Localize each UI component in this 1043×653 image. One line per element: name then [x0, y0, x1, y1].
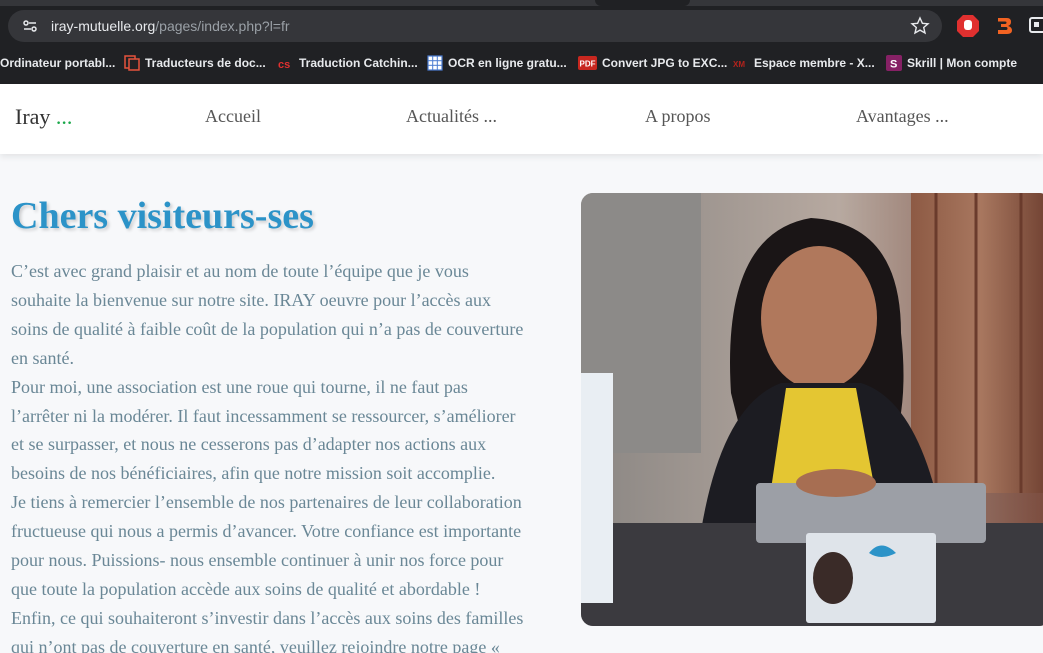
url-path: /pages/index.php?l=fr	[155, 18, 290, 34]
url-text[interactable]: iray-mutuelle.org/pages/index.php?l=fr	[51, 18, 290, 34]
bookmark-label: OCR en ligne gratu...	[448, 56, 567, 70]
b-extension-icon[interactable]	[991, 13, 1017, 39]
text-line: besoins de nos bénéficiaires, afin que n…	[11, 463, 496, 484]
text-line: en santé.	[11, 347, 74, 368]
skrill-icon: S	[886, 55, 902, 71]
bookmark-label: Traduction Catchin...	[299, 56, 418, 70]
bookmark-label: Espace membre - X...	[754, 56, 875, 70]
president-photo	[581, 193, 1043, 626]
bookmark-item[interactable]: Traducteurs de doc...	[124, 54, 266, 72]
brand-name: Iray	[15, 104, 51, 129]
url-host: iray-mutuelle.org	[51, 18, 156, 34]
bookmark-item[interactable]: S Skrill | Mon compte	[886, 54, 1017, 72]
text-line: et se surpasser, et nous ne cesserons pa…	[11, 434, 487, 455]
text-line: l’arrêter ni la modérer. Il faut incessa…	[11, 405, 516, 426]
nav-accueil[interactable]: Accueil	[205, 106, 261, 127]
catchin-icon: cs	[278, 59, 290, 71]
bookmark-label: Skrill | Mon compte	[907, 56, 1018, 70]
text-line: que toute la population accède aux soins…	[11, 578, 481, 599]
bookmark-item[interactable]: XM Espace membre - X...	[733, 54, 875, 72]
text-line: Je tiens à remercier l’ensemble de nos p…	[11, 492, 522, 513]
nav-actualites[interactable]: Actualités ...	[406, 106, 497, 127]
welcome-message: C’est avec grand plaisir et au nom de to…	[11, 257, 571, 653]
active-tab-fragment[interactable]	[595, 0, 690, 6]
pdf-icon: PDF	[578, 56, 597, 70]
text-line: Enfin, ce qui souhaiteront s’investir da…	[11, 607, 524, 628]
bookmark-item[interactable]: Ordinateur portabl...	[0, 54, 115, 72]
bookmark-item[interactable]: OCR en ligne gratu...	[427, 54, 567, 72]
xm-icon: XM	[733, 60, 745, 69]
text-line: pour nous. Puissions- nous ensemble cont…	[11, 550, 504, 571]
brand-dots: ...	[55, 104, 73, 129]
svg-text:PDF: PDF	[580, 60, 596, 69]
text-line: qui n’ont pas de couverture en santé, ve…	[11, 636, 500, 653]
text-line: souhaite la bienvenue sur notre site. IR…	[11, 289, 492, 310]
svg-text:XM: XM	[733, 60, 745, 69]
nav-avantages[interactable]: Avantages ...	[856, 106, 949, 127]
svg-text:S: S	[890, 59, 897, 71]
bookmarks-bar: Ordinateur portabl... Traducteurs de doc…	[0, 48, 1043, 78]
screen-extension-icon[interactable]	[1028, 13, 1043, 39]
bookmark-label: Ordinateur portabl...	[0, 56, 116, 70]
text-line: C’est avec grand plaisir et au nom de to…	[11, 261, 469, 281]
photo-illustration	[581, 193, 1043, 626]
tab-strip	[0, 0, 1043, 6]
browser-chrome: iray-mutuelle.org/pages/index.php?l=fr O…	[0, 0, 1043, 84]
site-header: Iray ... Accueil Actualités ... A propos…	[0, 84, 1043, 154]
text-line: fructueuse qui nous a permis d’avancer. …	[11, 521, 522, 542]
bookmark-item[interactable]: cs Traduction Catchin...	[278, 54, 418, 72]
address-bar[interactable]: iray-mutuelle.org/pages/index.php?l=fr	[8, 10, 942, 42]
page-title: Chers visiteurs-ses	[11, 195, 314, 237]
bookmark-star-icon[interactable]	[910, 16, 930, 36]
bookmark-label: Traducteurs de doc...	[145, 56, 266, 70]
document-translate-icon	[124, 55, 140, 71]
nav-a-propos[interactable]: A propos	[645, 106, 711, 127]
svg-text:cs: cs	[278, 59, 290, 71]
hand-stop-icon[interactable]	[955, 13, 981, 39]
text-line: Pour moi, une association est une roue q…	[11, 376, 468, 397]
site-brand[interactable]: Iray ...	[15, 104, 72, 130]
text-line: soins de qualité à faible coût de la pop…	[11, 318, 524, 339]
site-info-icon[interactable]	[22, 18, 38, 34]
bookmark-item[interactable]: PDF Convert JPG to EXC...	[578, 54, 727, 72]
ocr-grid-icon	[427, 55, 443, 71]
bookmark-label: Convert JPG to EXC...	[602, 56, 728, 70]
